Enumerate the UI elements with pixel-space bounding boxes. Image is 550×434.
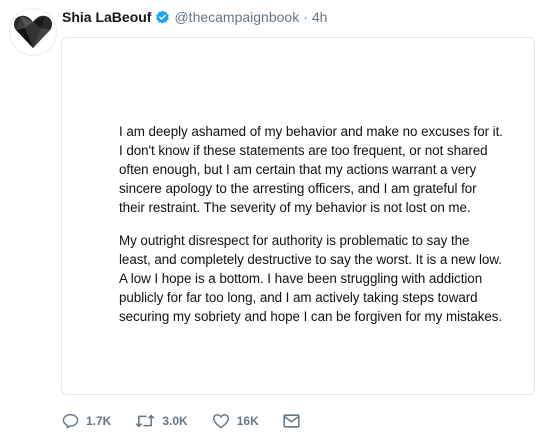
tweet-timestamp[interactable]: 4h	[312, 9, 328, 25]
envelope-icon	[283, 414, 300, 428]
reply-count: 1.7K	[86, 414, 112, 428]
reply-button[interactable]: 1.7K	[62, 413, 111, 429]
author-handle[interactable]: @thecampaignbook	[174, 9, 299, 25]
separator-dot: ·	[303, 9, 308, 25]
like-button[interactable]: 16K	[212, 413, 259, 429]
statement-paragraph-2: My outright disrespect for authority is …	[119, 233, 503, 324]
verified-badge-icon	[155, 10, 170, 25]
retweet-icon	[135, 414, 155, 428]
attached-statement-image[interactable]: I am deeply ashamed of my behavior and m…	[61, 37, 535, 395]
tweet-actions: 1.7K 3.0K 16K	[62, 410, 331, 432]
avatar[interactable]	[9, 8, 57, 56]
heart-logo-avatar	[13, 15, 53, 49]
heart-icon	[212, 414, 229, 429]
reply-icon	[62, 413, 79, 429]
statement-text: I am deeply ashamed of my behavior and m…	[119, 122, 511, 340]
direct-message-button[interactable]	[283, 414, 307, 428]
tweet-header: Shia LaBeouf @thecampaignbook · 4h	[62, 8, 327, 26]
like-count: 16K	[236, 414, 259, 428]
retweet-button[interactable]: 3.0K	[135, 413, 188, 429]
statement-paragraph-1: I am deeply ashamed of my behavior and m…	[119, 124, 503, 215]
author-name[interactable]: Shia LaBeouf	[62, 9, 151, 25]
tweet[interactable]: Shia LaBeouf @thecampaignbook · 4h I am …	[0, 0, 550, 434]
retweet-count: 3.0K	[162, 414, 188, 428]
